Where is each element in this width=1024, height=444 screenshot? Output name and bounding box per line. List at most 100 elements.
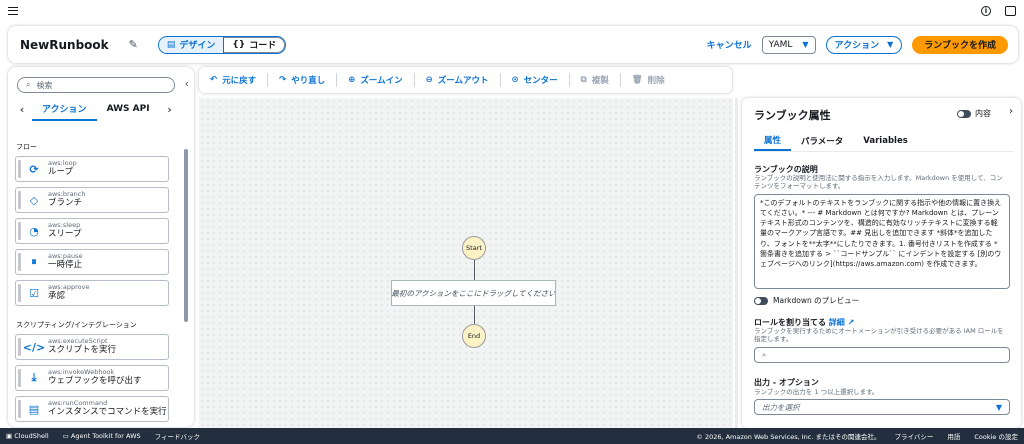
redo-icon: ↷ — [279, 75, 287, 85]
info-icon[interactable]: i — [981, 6, 991, 16]
approve-icon: ☑ — [29, 286, 39, 300]
copy-button[interactable]: ⧉ 複製 — [570, 73, 621, 87]
search-input[interactable]: ⌕ 検索 — [17, 77, 175, 93]
left-tabs: ‹ アクション AWS API › — [12, 97, 190, 121]
undo-button[interactable]: ↶ 元に戻す — [199, 73, 269, 87]
center-icon: ⊙ — [511, 75, 519, 85]
tab-prev-icon[interactable]: ‹ — [12, 103, 32, 116]
format-select[interactable]: YAML ▼ — [761, 35, 816, 54]
connector-line — [474, 260, 475, 280]
cookie-settings-link[interactable]: Cookie の設定 — [974, 431, 1018, 441]
top-nav: i — [0, 0, 1024, 22]
role-info-link[interactable]: 詳細 — [829, 318, 845, 327]
drag-handle[interactable] — [18, 191, 21, 209]
output-select[interactable]: 出力を選択 ▼ — [754, 399, 1010, 415]
zoom-out-button[interactable]: ⊖ ズームアウト — [415, 73, 501, 87]
tab-attributes[interactable]: 属性 — [754, 130, 792, 151]
action-item-loop[interactable]: ⟳ aws:loop ループ — [15, 156, 169, 182]
command-icon: ▤ — [28, 402, 40, 416]
menu-icon[interactable] — [8, 7, 18, 15]
collapse-panel-icon[interactable]: ‹ — [185, 77, 189, 90]
feedback-link[interactable]: フィードバック — [155, 431, 200, 441]
toggle-switch[interactable] — [957, 109, 971, 118]
drag-handle[interactable] — [18, 284, 21, 302]
pause-icon: ⏸ — [31, 255, 37, 268]
output-help: ランブックの出力を 1 つ以上選択します。 — [754, 388, 879, 396]
output-label: 出力 - オプション — [754, 378, 819, 387]
drag-handle[interactable] — [18, 338, 21, 356]
tab-variables[interactable]: Variables — [853, 130, 918, 151]
runbook-header: NewRunbook ✎ ▤ デザイン {} コード キャンセル YAML ▼ アクシ… — [8, 26, 1018, 63]
toolkit-icon: ▭ — [62, 432, 69, 440]
zoom-out-icon: ⊖ — [425, 75, 433, 85]
actions-dropdown[interactable]: アクション ▼ — [825, 35, 903, 54]
edit-name-icon[interactable]: ✎ — [129, 38, 138, 51]
console-footer: ▣ CloudShell ▭ Agent Toolkit for AWS フィー… — [0, 428, 1024, 444]
caret-down-icon: ▼ — [887, 40, 894, 49]
section-flow: フロー — [16, 143, 37, 151]
action-item-pause[interactable]: ⏸ aws:pause 一時停止 — [15, 249, 169, 275]
code-icon: </> — [22, 340, 46, 354]
drag-handle[interactable] — [18, 222, 21, 240]
description-textarea[interactable]: *このデフォルトのテキストをランブックに関する指示や他の情報に置き換えてください… — [754, 194, 1010, 289]
runbook-title: NewRunbook — [20, 37, 109, 52]
center-button[interactable]: ⊙ センター — [501, 73, 570, 87]
description-help: ランブックの説明と使用法に関する指示を入力します。Markdown を使用して、… — [754, 174, 1003, 191]
branch-icon: ◇ — [29, 193, 39, 207]
action-item-approve[interactable]: ☑ aws:approve 承認 — [15, 280, 169, 306]
code-mode-button[interactable]: {} コード — [224, 36, 286, 53]
action-item-sleep[interactable]: ◔ aws:sleep スリープ — [15, 218, 169, 244]
end-node[interactable]: End — [462, 324, 486, 348]
drag-handle[interactable] — [18, 253, 21, 271]
search-icon: ⌕ — [26, 80, 31, 89]
drag-handle[interactable] — [18, 369, 21, 387]
cloudshell-link[interactable]: ▣ CloudShell — [6, 432, 49, 440]
expand-icon[interactable]: › — [1009, 106, 1013, 117]
design-mode-button[interactable]: ▤ デザイン — [158, 36, 225, 53]
agent-toolkit-link[interactable]: ▭ Agent Toolkit for AWS — [63, 432, 141, 440]
design-icon: ▤ — [166, 39, 176, 50]
start-node[interactable]: Start — [462, 236, 486, 260]
terms-link[interactable]: 用語 — [947, 431, 960, 441]
zoom-in-button[interactable]: ⊕ ズームイン — [337, 73, 415, 87]
drop-zone[interactable]: 最初のアクションをここにドラッグしてください — [391, 280, 556, 306]
action-item-run-command[interactable]: ▤ aws:runCommand インスタンスでコマンドを実行 — [15, 396, 169, 422]
drag-handle[interactable] — [18, 400, 21, 418]
role-help: ランブックを実行するためにオートメーションが引き受ける必要がある IAM ロール… — [754, 327, 1004, 344]
toggle-switch[interactable] — [754, 296, 768, 305]
sleep-icon: ◔ — [29, 224, 39, 238]
tab-aws-api[interactable]: AWS API — [97, 97, 160, 121]
content-toggle[interactable]: 内容 — [957, 108, 991, 119]
resize-handle[interactable] — [735, 98, 738, 428]
role-search-input[interactable]: ⌕ — [754, 347, 1010, 363]
caret-down-icon: ▼ — [995, 402, 1002, 412]
delete-button[interactable]: 🗑 削除 — [621, 73, 676, 87]
undo-icon: ↶ — [210, 75, 218, 85]
redo-button[interactable]: ↷ やり直し — [268, 73, 338, 87]
right-tabs: 属性 パラメータ Variables — [754, 130, 1014, 152]
panel-scrollbar[interactable] — [184, 149, 188, 322]
action-item-execute-script[interactable]: </> aws:executeScript スクリプトを実行 — [15, 334, 169, 360]
search-icon: ⌕ — [762, 350, 767, 359]
tab-parameters[interactable]: パラメータ — [791, 130, 853, 151]
external-link-icon: ↗ — [847, 318, 855, 327]
code-icon: {} — [232, 39, 246, 50]
zoom-in-icon: ⊕ — [348, 75, 356, 85]
copyright-text: © 2026, Amazon Web Services, Inc. またはその関… — [696, 433, 881, 441]
tab-next-icon[interactable]: › — [160, 103, 180, 116]
markdown-preview-toggle[interactable]: Markdown のプレビュー — [754, 295, 859, 306]
privacy-link[interactable]: プライバシー — [894, 431, 933, 441]
create-runbook-button[interactable]: ランブックを作成 — [912, 35, 1008, 54]
action-item-invoke-webhook[interactable]: ⤓ aws:invokeWebhook ウェブフックを呼び出す — [15, 365, 169, 391]
copy-icon: ⧉ — [580, 75, 587, 85]
action-item-branch[interactable]: ◇ aws:branch ブランチ — [15, 187, 169, 213]
cancel-button[interactable]: キャンセル — [707, 38, 752, 51]
loop-icon: ⟳ — [29, 162, 39, 176]
panel-title: ランブック属性 — [754, 109, 831, 122]
terminal-icon: ▣ — [6, 432, 13, 440]
design-canvas[interactable] — [199, 98, 733, 428]
drag-handle[interactable] — [18, 160, 21, 178]
feedback-icon[interactable] — [1005, 6, 1016, 16]
section-scripting: スクリプティング/インテグレーション — [16, 321, 137, 329]
tab-actions[interactable]: アクション — [32, 97, 97, 121]
